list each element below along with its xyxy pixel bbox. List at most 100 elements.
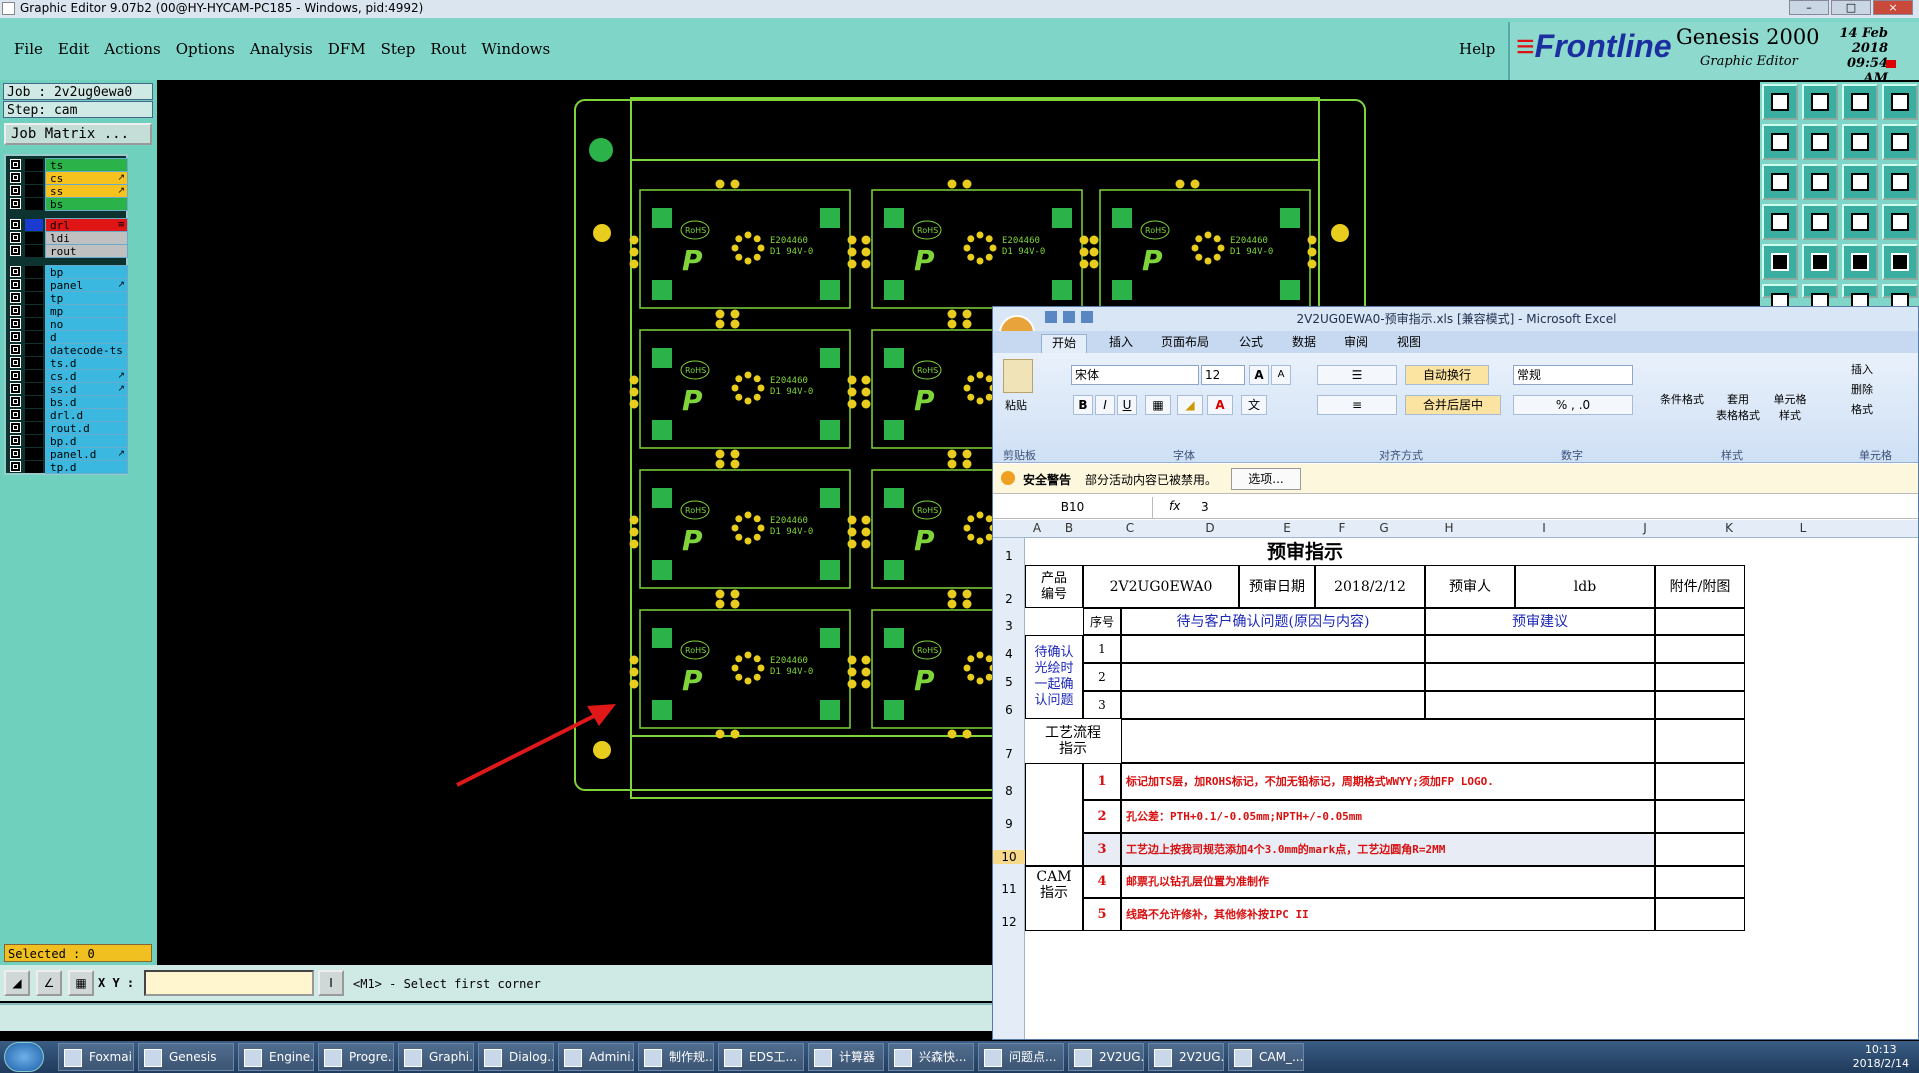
step-attachment-cell[interactable] [1655,898,1745,931]
step-number[interactable]: 5 [1083,898,1121,931]
taskbar-item[interactable]: 2V2UG... [1068,1043,1144,1071]
toolbar-tool-icon[interactable] [1842,244,1878,280]
toolbar-tool-icon[interactable] [1762,244,1798,280]
step-attachment-cell[interactable] [1655,866,1745,898]
layer-name[interactable]: bs.d [45,395,128,409]
layer-name[interactable]: d [45,330,128,344]
process-label[interactable]: 工艺流程 指示 [1025,719,1121,763]
layer-row-d[interactable]: d [8,330,128,344]
layer-checkbox[interactable] [10,159,21,170]
layer-checkbox[interactable] [10,461,21,472]
job-matrix-button[interactable]: Job Matrix ... [4,123,152,145]
start-button[interactable] [4,1042,44,1072]
step-number[interactable]: 1 [1083,763,1121,800]
info-icon[interactable]: I [318,970,344,996]
paste-icon[interactable] [1003,359,1033,393]
process-cell[interactable] [1121,719,1655,763]
insert-cells-button[interactable]: 插入 [1851,361,1873,377]
row-header[interactable]: 4 [993,647,1025,661]
merge-center-button[interactable]: 合并后居中 [1405,395,1501,415]
layer-row-panel[interactable]: panel ↗ [8,278,128,292]
shrink-font-icon[interactable]: A [1271,365,1291,385]
layer-checkbox[interactable] [10,344,21,355]
layer-name[interactable]: drl [45,218,128,232]
delete-cells-button[interactable]: 删除 [1851,381,1873,397]
column-header[interactable]: L [1767,521,1839,535]
layer-checkbox[interactable] [10,409,21,420]
tab-page-layout[interactable]: 页面布局 [1161,334,1209,353]
pending-label[interactable]: 待确认 光绘时 一起确 认问题 [1025,635,1083,719]
font-name-select[interactable]: 宋体 [1071,365,1199,385]
layer-name[interactable]: panel [45,278,128,292]
toolbar-tool-icon[interactable] [1762,164,1798,200]
pending-attachment-cell[interactable] [1655,691,1745,719]
format-cells-button[interactable]: 格式 [1851,401,1873,417]
layer-row-datecode-ts[interactable]: datecode-ts [8,343,128,357]
layer-name[interactable]: bp.d [45,434,128,448]
taskbar-item[interactable]: Engine... [238,1043,314,1071]
close-button[interactable]: × [1873,0,1913,15]
step-attachment-cell[interactable] [1655,800,1745,833]
layer-row-tp[interactable]: tp [8,291,128,305]
fill-color-icon[interactable]: ◢ [1177,395,1203,415]
column-header[interactable]: F [1325,521,1359,535]
reviewer-label[interactable]: 预审人 [1425,565,1515,608]
column-header[interactable]: I [1489,521,1599,535]
row-header[interactable]: 12 [993,915,1025,929]
step-text-cell[interactable]: 孔公差：PTH+0.1/-0.05mm;NPTH+/-0.05mm [1121,800,1655,833]
layer-row-ss[interactable]: ss ↗ [8,184,128,198]
name-box[interactable]: B10 [993,497,1153,518]
row-header[interactable]: 6 [993,703,1025,717]
menu-rout[interactable]: Rout [430,40,466,58]
layer-row-bs-d[interactable]: bs.d [8,395,128,409]
toolbar-tool-icon[interactable] [1762,284,1798,311]
row-header[interactable]: 8 [993,784,1025,798]
reviewer-value[interactable]: ldb [1515,565,1655,608]
layer-checkbox[interactable] [10,305,21,316]
row-header[interactable]: 10 [993,850,1025,864]
step-text-cell[interactable]: 标记加TS层，加ROHS标记，不加无铅标记，周期格式WWYY;须加FP LOGO… [1121,763,1655,800]
toolbar-tool-icon[interactable] [1762,124,1798,160]
layer-row-bs[interactable]: bs [8,197,128,211]
row-header[interactable]: 5 [993,675,1025,689]
taskbar-item[interactable]: 制作规... [638,1043,714,1071]
toolbar-tool-icon[interactable] [1882,124,1918,160]
redo-icon[interactable] [1081,311,1093,323]
layer-row-bp[interactable]: bp [8,265,128,279]
column-header[interactable]: B [1049,521,1089,535]
layer-checkbox[interactable] [10,292,21,303]
layer-name[interactable]: cs [45,171,128,185]
product-no-label[interactable]: 产品 编号 [1025,565,1083,608]
column-header[interactable]: E [1249,521,1325,535]
row-header[interactable]: 3 [993,619,1025,633]
layer-row-drl-d[interactable]: drl.d [8,408,128,422]
column-header[interactable]: D [1171,521,1249,535]
layer-checkbox[interactable] [10,232,21,243]
menu-step[interactable]: Step [381,40,416,58]
attachment-label[interactable]: 附件/附图 [1655,565,1745,608]
toolbar-tool-icon[interactable] [1802,164,1838,200]
toolbar-tool-icon[interactable] [1842,84,1878,120]
layer-name[interactable]: cs.d [45,369,128,383]
layer-name[interactable]: datecode-ts [45,343,128,357]
layer-checkbox[interactable] [10,185,21,196]
layer-name[interactable]: ldi [45,231,128,245]
issue-label[interactable]: 待与客户确认问题(原因与内容) [1121,608,1425,635]
layer-checkbox[interactable] [10,245,21,256]
number-format-select[interactable]: 常规 [1513,365,1633,385]
attachment-cell[interactable] [1655,608,1745,635]
maximize-button[interactable]: □ [1831,0,1871,15]
layer-checkbox[interactable] [10,266,21,277]
align-top-icon[interactable]: ☰ [1317,365,1397,385]
layer-name[interactable]: ss [45,184,128,198]
layer-row-ldi[interactable]: ldi [8,231,128,245]
layer-row-mp[interactable]: mp [8,304,128,318]
tab-formulas[interactable]: 公式 [1239,334,1263,353]
save-icon[interactable] [1045,311,1057,323]
layer-name[interactable]: ts.d [45,356,128,370]
taskbar-item[interactable]: CAM_... [1228,1043,1304,1071]
toolbar-tool-icon[interactable] [1882,164,1918,200]
pending-number[interactable]: 3 [1083,691,1121,719]
layer-name[interactable]: panel.d [45,447,128,461]
conditional-format-button[interactable]: 条件格式 [1653,357,1711,407]
